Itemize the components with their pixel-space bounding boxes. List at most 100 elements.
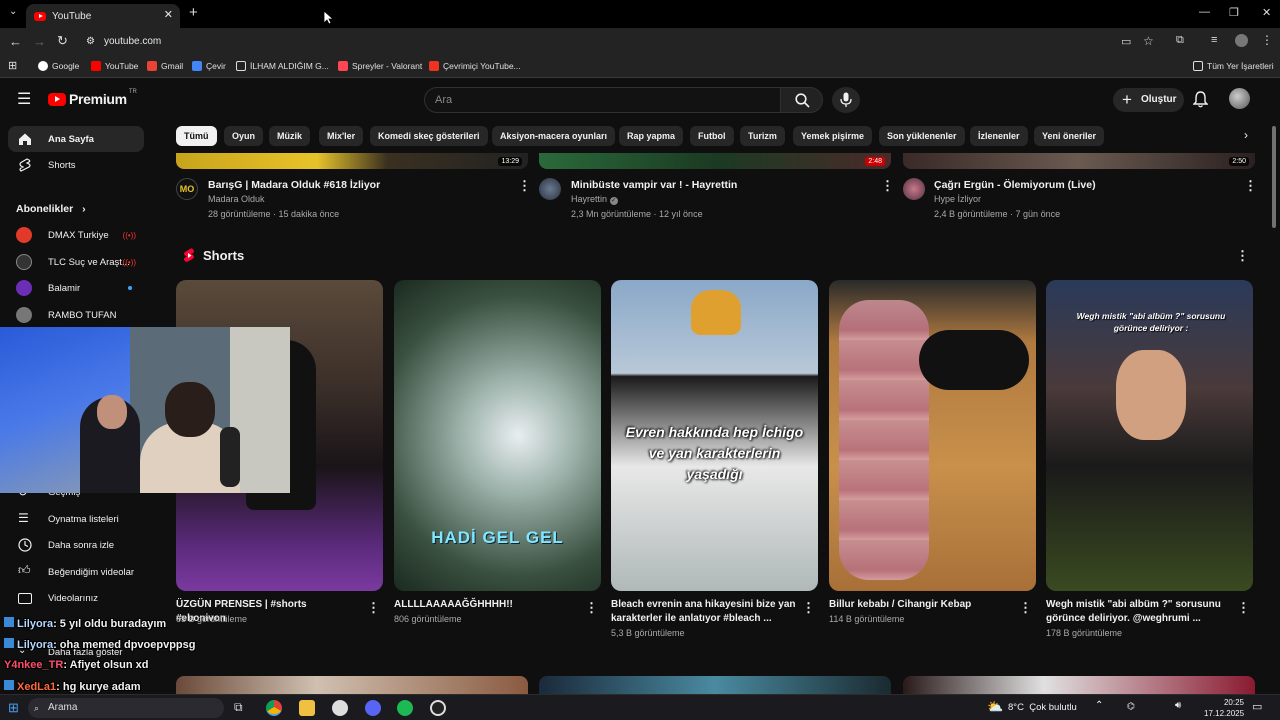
short-title[interactable]: Wegh mistik "abi albüm ?" sorusunu görün… xyxy=(1046,598,1236,626)
short-thumbnail[interactable]: Wegh mistik "abi albüm ?" sorusunu görün… xyxy=(1046,280,1253,591)
video-thumbnail[interactable] xyxy=(903,676,1255,694)
close-window-icon[interactable]: ✕ xyxy=(1262,6,1271,19)
minimize-icon[interactable]: — xyxy=(1199,6,1210,18)
weather-text[interactable]: 8°C Çok bulutlu xyxy=(1008,702,1077,713)
task-view-icon[interactable]: ⧉ xyxy=(234,700,243,715)
media-control-icon[interactable]: ≡ xyxy=(1211,34,1217,46)
restore-icon[interactable]: ❐ xyxy=(1229,6,1239,19)
notifications-bell-icon[interactable] xyxy=(1193,91,1208,108)
short-thumbnail[interactable]: Evren hakkında hep İchigo ve yan karakte… xyxy=(611,280,818,591)
sidebar-item-watch-later[interactable]: Daha sonra izle xyxy=(8,532,144,558)
sidebar-channel-rambo[interactable]: RAMBO TUFAN xyxy=(16,304,146,326)
video-menu-icon[interactable] xyxy=(881,178,894,194)
spotify-icon[interactable] xyxy=(397,700,413,716)
video-channel-name[interactable]: Hype İzliyor xyxy=(934,194,981,204)
bookmark-google[interactable]: Google xyxy=(38,61,79,71)
hamburger-menu-icon[interactable]: ☰ xyxy=(17,89,31,109)
video-channel-name[interactable]: Hayrettin ✓ xyxy=(571,194,618,205)
sidebar-channel-tlc[interactable]: TLC Suç ve Araşt... ((•)) xyxy=(16,251,146,273)
sidebar-item-liked[interactable]: 👍︎ Beğendiğim videolar xyxy=(8,559,144,585)
video-title[interactable]: Çağrı Ergün - Ölemiyorum (Live) xyxy=(934,179,1096,191)
bookmark-online-youtube[interactable]: Çevrimiçi YouTube... xyxy=(429,61,521,71)
profile-icon[interactable] xyxy=(1235,34,1248,47)
chip-tourism[interactable]: Turizm xyxy=(740,126,785,146)
tab-list-chevron-icon[interactable]: ⌄ xyxy=(9,6,17,17)
video-thumbnail[interactable]: 13:29 xyxy=(176,153,528,169)
chip-action-adventure[interactable]: Aksiyon-macera oyunları xyxy=(492,126,616,146)
chrome-icon[interactable] xyxy=(266,700,282,716)
channel-avatar[interactable] xyxy=(903,178,925,200)
channel-avatar[interactable]: MO xyxy=(176,178,198,200)
sidebar-channel-dmax[interactable]: DMAX Turkiye ((•)) xyxy=(16,224,146,246)
taskbar-search[interactable]: ⌕ Arama xyxy=(28,698,224,718)
short-menu-icon[interactable] xyxy=(367,600,380,616)
bookmark-translate[interactable]: Çevir xyxy=(192,61,226,71)
short-menu-icon[interactable] xyxy=(585,600,598,616)
short-thumbnail[interactable]: HADİ GEL GEL xyxy=(394,280,601,591)
shorts-menu-icon[interactable] xyxy=(1236,248,1249,264)
network-icon[interactable]: ⌬ xyxy=(1127,701,1135,712)
subscriptions-heading[interactable]: Abonelikler › xyxy=(16,203,86,215)
page-scrollbar[interactable] xyxy=(1272,126,1276,228)
video-channel-name[interactable]: Madara Olduk xyxy=(208,194,265,204)
bookmark-youtube[interactable]: YouTube xyxy=(91,61,138,71)
site-info-icon[interactable]: ⚙ xyxy=(86,31,95,53)
chip-game[interactable]: Oyun xyxy=(224,126,264,146)
chip-comedy[interactable]: Komedi skeç gösterileri xyxy=(370,126,488,146)
search-input[interactable]: Ara xyxy=(424,87,781,113)
create-button[interactable]: + Oluştur xyxy=(1113,88,1184,112)
system-tray-chevron-icon[interactable]: ⌃ xyxy=(1095,700,1103,711)
account-avatar[interactable] xyxy=(1229,88,1250,109)
notification-center-icon[interactable]: ▭ xyxy=(1252,700,1262,713)
bookmark-valorant[interactable]: Spreyler - Valorant xyxy=(338,61,422,71)
short-menu-icon[interactable] xyxy=(1237,600,1250,616)
chip-new-to-you[interactable]: Yeni öneriler xyxy=(1034,126,1105,146)
video-title[interactable]: Minibüste vampir var ! - Hayrettin xyxy=(571,179,737,191)
chip-watched[interactable]: İzlenenler xyxy=(970,126,1028,146)
sidebar-item-your-videos[interactable]: Videolarınız xyxy=(8,585,144,611)
bookmark-star-icon[interactable]: ☆ xyxy=(1143,34,1154,48)
search-button[interactable] xyxy=(780,87,823,113)
short-menu-icon[interactable] xyxy=(1019,600,1032,616)
chip-rap[interactable]: Rap yapma xyxy=(619,126,684,146)
short-thumbnail[interactable] xyxy=(829,280,1036,591)
sidebar-channel-balamir[interactable]: Balamir xyxy=(16,277,146,299)
video-title[interactable]: BarışG | Madara Olduk #618 İzliyor xyxy=(208,179,380,191)
chip-recently-uploaded[interactable]: Son yüklenenler xyxy=(879,126,965,146)
video-thumbnail[interactable]: 2:48 xyxy=(539,153,891,169)
chip-cooking[interactable]: Yemek pişirme xyxy=(793,126,873,146)
video-menu-icon[interactable] xyxy=(1244,178,1257,194)
forward-icon[interactable]: → xyxy=(33,34,46,49)
obs-icon[interactable] xyxy=(430,700,446,716)
bookmark-folder-ilham[interactable]: İLHAM ALDIĞIM G... xyxy=(236,61,329,71)
video-menu-icon[interactable] xyxy=(518,178,531,194)
volume-icon[interactable]: 🔊︎ xyxy=(1175,700,1181,711)
all-bookmarks[interactable]: Tüm Yer İşaretleri xyxy=(1193,61,1274,71)
sidebar-item-playlists[interactable]: ☰ Oynatma listeleri xyxy=(8,506,144,532)
chip-mixes[interactable]: Mix'ler xyxy=(319,126,364,146)
tab-close-icon[interactable]: ✕ xyxy=(164,8,173,21)
chip-all[interactable]: Tümü xyxy=(176,126,217,146)
chip-football[interactable]: Futbol xyxy=(690,126,734,146)
apps-grid-icon[interactable]: ⊞ xyxy=(8,59,17,72)
sidebar-item-shorts[interactable]: Shorts xyxy=(8,152,144,178)
sidebar-item-home[interactable]: Ana Sayfa xyxy=(8,126,144,152)
browser-menu-icon[interactable]: ⋮ xyxy=(1261,33,1273,47)
tab-youtube[interactable]: YouTube ✕ xyxy=(26,4,180,28)
url-field[interactable]: ⚙ youtube.com xyxy=(80,31,1164,53)
video-thumbnail[interactable] xyxy=(539,676,891,694)
short-title[interactable]: Bleach evrenin ana hikayesini bize yan k… xyxy=(611,598,799,626)
new-tab-icon[interactable]: + xyxy=(189,4,198,21)
channel-avatar[interactable] xyxy=(539,178,561,200)
chips-next-icon[interactable]: › xyxy=(1244,128,1248,142)
discord-icon[interactable] xyxy=(365,700,381,716)
youtube-premium-logo[interactable]: Premium TR xyxy=(48,89,137,107)
short-title[interactable]: Billur kebabı / Cihangir Kebap xyxy=(829,598,1009,612)
voice-search-button[interactable] xyxy=(832,87,860,113)
bookmark-gmail[interactable]: Gmail xyxy=(147,61,183,71)
extensions-icon[interactable]: ⧉ xyxy=(1176,34,1184,47)
clock[interactable]: 20:25 17.12.2025 xyxy=(1204,697,1244,719)
video-thumbnail[interactable]: 2:50 xyxy=(903,153,1255,169)
start-icon[interactable]: ⊞ xyxy=(8,700,19,716)
chip-music[interactable]: Müzik xyxy=(269,126,311,146)
